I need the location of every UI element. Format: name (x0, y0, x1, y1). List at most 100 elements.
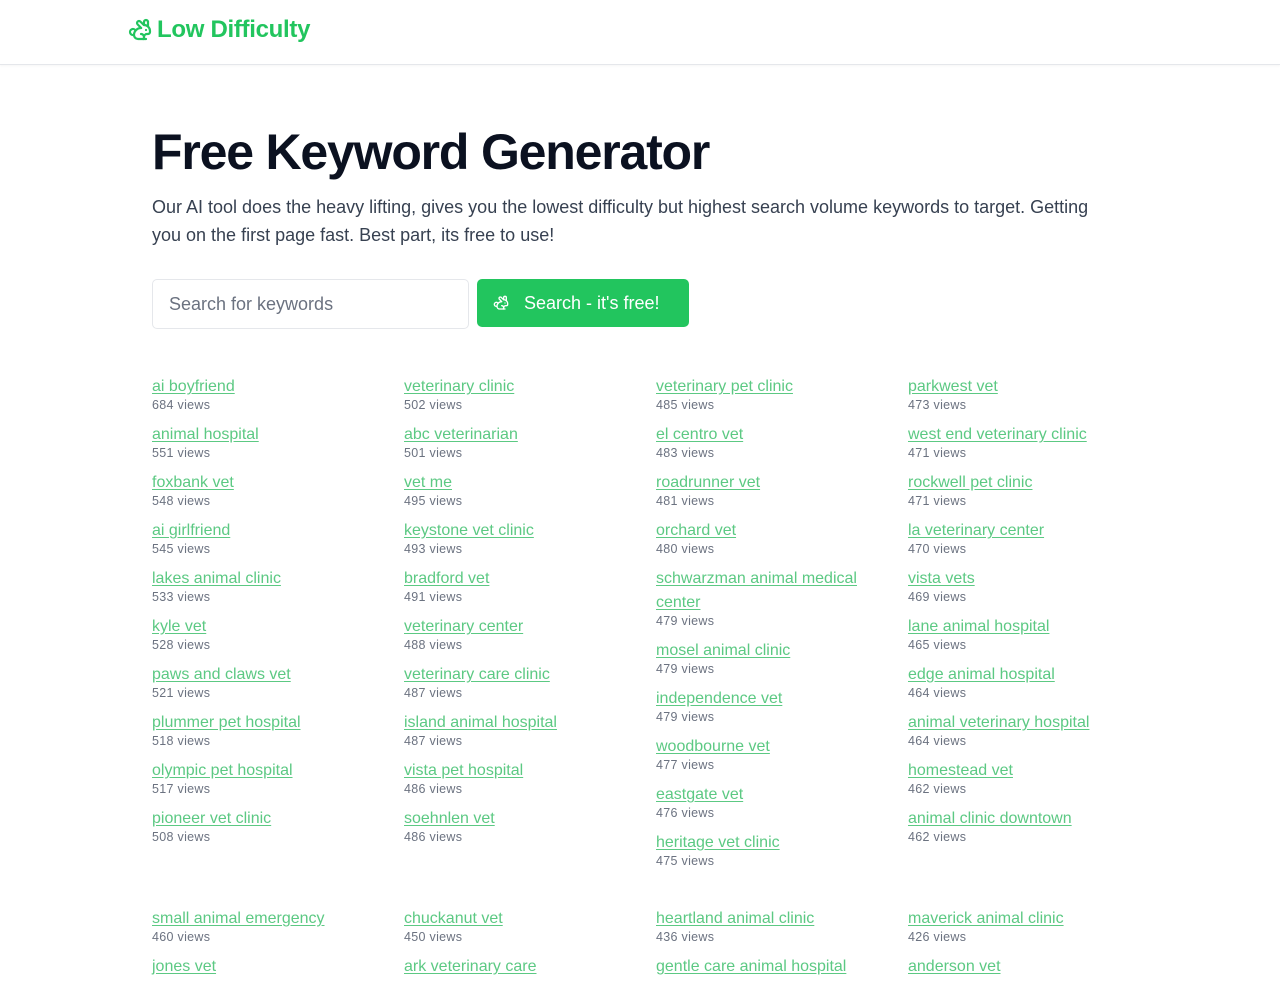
keyword-link[interactable]: heartland animal clinic (656, 907, 876, 931)
keyword-item: mosel animal clinic 479 views (656, 639, 908, 676)
page-subtitle: Our AI tool does the heavy lifting, give… (152, 197, 1089, 245)
keyword-views-count: 488 views (404, 638, 463, 652)
keyword-link[interactable]: small animal emergency (152, 907, 372, 931)
keyword-item: vista pet hospital 486 views (404, 759, 656, 796)
keyword-views-count: 493 views (404, 542, 463, 556)
keyword-column: veterinary clinic 502 views abc veterinari… (404, 375, 656, 879)
search-button[interactable]: Search - it's free! (477, 279, 689, 327)
keyword-views-count: 517 views (152, 782, 211, 796)
keyword-link[interactable]: lakes animal clinic (152, 567, 372, 591)
keyword-column: chuckanut vet 450 views ark veterinary car… (404, 907, 656, 990)
keyword-link[interactable]: pioneer vet clinic (152, 807, 372, 831)
keyword-link[interactable]: el centro vet (656, 423, 876, 447)
keyword-link[interactable]: orchard vet (656, 519, 876, 543)
keyword-link[interactable]: la veterinary center (908, 519, 1128, 543)
keyword-link[interactable]: animal veterinary hospital (908, 711, 1128, 735)
keyword-link[interactable]: island animal hospital (404, 711, 624, 735)
keyword-link[interactable]: eastgate vet (656, 783, 876, 807)
keyword-views-count: 521 views (152, 686, 211, 700)
keyword-item: rockwell pet clinic 471 views (908, 471, 1160, 508)
keyword-item: animal clinic downtown 462 views (908, 807, 1160, 844)
keyword-link[interactable]: paws and claws vet (152, 663, 372, 687)
keyword-link[interactable]: veterinary care clinic (404, 663, 624, 687)
keyword-link[interactable]: plummer pet hospital (152, 711, 372, 735)
keyword-link[interactable]: ai boyfriend (152, 375, 372, 399)
keyword-views-count: 450 views (404, 930, 463, 944)
keyword-views-count: 480 views (656, 542, 715, 556)
keyword-link[interactable]: ai girlfriend (152, 519, 372, 543)
keyword-link[interactable]: woodbourne vet (656, 735, 876, 759)
keyword-item: el centro vet 483 views (656, 423, 908, 460)
keyword-link[interactable]: animal hospital (152, 423, 372, 447)
keyword-column: veterinary pet clinic 485 views el centro … (656, 375, 908, 879)
keyword-link[interactable]: bradford vet (404, 567, 624, 591)
keyword-views-count: 545 views (152, 542, 211, 556)
keyword-link[interactable]: roadrunner vet (656, 471, 876, 495)
keyword-item: west end veterinary clinic 471 views (908, 423, 1160, 460)
keyword-column: parkwest vet 473 views west end veterinary… (908, 375, 1160, 879)
keyword-column: ai boyfriend 684 views animal hospital 551 … (152, 375, 404, 879)
keyword-link[interactable]: lane animal hospital (908, 615, 1128, 639)
keyword-item: maverick animal clinic 426 views (908, 907, 1160, 944)
keyword-views-count: 483 views (656, 446, 715, 460)
keyword-item: veterinary center 488 views (404, 615, 656, 652)
search-form: Search - it's free! (152, 279, 1132, 329)
keyword-item: gentle care animal hospital (656, 955, 908, 979)
keyword-item: la veterinary center 470 views (908, 519, 1160, 556)
keyword-link[interactable]: jones vet (152, 955, 372, 979)
keyword-link[interactable]: animal clinic downtown (908, 807, 1128, 831)
keyword-link[interactable]: west end veterinary clinic (908, 423, 1128, 447)
keyword-link[interactable]: abc veterinarian (404, 423, 624, 447)
keyword-link[interactable]: vista pet hospital (404, 759, 624, 783)
keyword-link[interactable]: anderson vet (908, 955, 1128, 979)
keyword-views-count: 436 views (656, 930, 715, 944)
keyword-item: paws and claws vet 521 views (152, 663, 404, 700)
keyword-link[interactable]: kyle vet (152, 615, 372, 639)
keyword-link[interactable]: chuckanut vet (404, 907, 624, 931)
keyword-views-count: 486 views (404, 830, 463, 844)
keyword-link[interactable]: foxbank vet (152, 471, 372, 495)
keyword-results-grid: ai boyfriend 684 views animal hospital 551 … (152, 375, 1132, 879)
keyword-views-count: 462 views (908, 782, 967, 796)
keyword-views-count: 533 views (152, 590, 211, 604)
keyword-views-count: 469 views (908, 590, 967, 604)
keyword-link[interactable]: veterinary clinic (404, 375, 624, 399)
keyword-link[interactable]: vista vets (908, 567, 1128, 591)
page-title: Free Keyword Generator (152, 124, 710, 180)
keyword-link[interactable]: heritage vet clinic (656, 831, 876, 855)
keyword-link[interactable]: edge animal hospital (908, 663, 1128, 687)
keyword-views-count: 684 views (152, 398, 211, 412)
keyword-item: animal hospital 551 views (152, 423, 404, 460)
keyword-link[interactable]: ark veterinary care (404, 955, 624, 979)
search-button-label: Search - it's free! (524, 292, 660, 313)
keyword-link[interactable]: parkwest vet (908, 375, 1128, 399)
keyword-link[interactable]: mosel animal clinic (656, 639, 876, 663)
keyword-views-count: 491 views (404, 590, 463, 604)
keyword-item: animal veterinary hospital 464 views (908, 711, 1160, 748)
keyword-link[interactable]: homestead vet (908, 759, 1128, 783)
keyword-link[interactable]: veterinary pet clinic (656, 375, 876, 399)
keyword-link[interactable]: gentle care animal hospital (656, 955, 876, 979)
keyword-views-count: 475 views (656, 854, 715, 868)
keyword-item: woodbourne vet 477 views (656, 735, 908, 772)
keyword-views-count: 479 views (656, 614, 715, 628)
keyword-link[interactable]: maverick animal clinic (908, 907, 1128, 931)
keyword-views-count: 548 views (152, 494, 211, 508)
keyword-link[interactable]: veterinary center (404, 615, 624, 639)
brand-logo-link[interactable]: Low Difficulty (128, 16, 310, 44)
keyword-views-count: 508 views (152, 830, 211, 844)
keyword-views-count: 426 views (908, 930, 967, 944)
keyword-views-count: 481 views (656, 494, 715, 508)
keyword-search-input[interactable] (152, 279, 469, 329)
keyword-views-count: 518 views (152, 734, 211, 748)
keyword-link[interactable]: keystone vet clinic (404, 519, 624, 543)
keyword-link[interactable]: schwarzman animal medical center (656, 567, 876, 615)
keyword-link[interactable]: rockwell pet clinic (908, 471, 1128, 495)
keyword-link[interactable]: independence vet (656, 687, 876, 711)
keyword-link[interactable]: olympic pet hospital (152, 759, 372, 783)
keyword-link[interactable]: vet me (404, 471, 624, 495)
keyword-item: heritage vet clinic 475 views (656, 831, 908, 868)
keyword-item: lane animal hospital 465 views (908, 615, 1160, 652)
keyword-link[interactable]: soehnlen vet (404, 807, 624, 831)
keyword-views-count: 471 views (908, 494, 967, 508)
